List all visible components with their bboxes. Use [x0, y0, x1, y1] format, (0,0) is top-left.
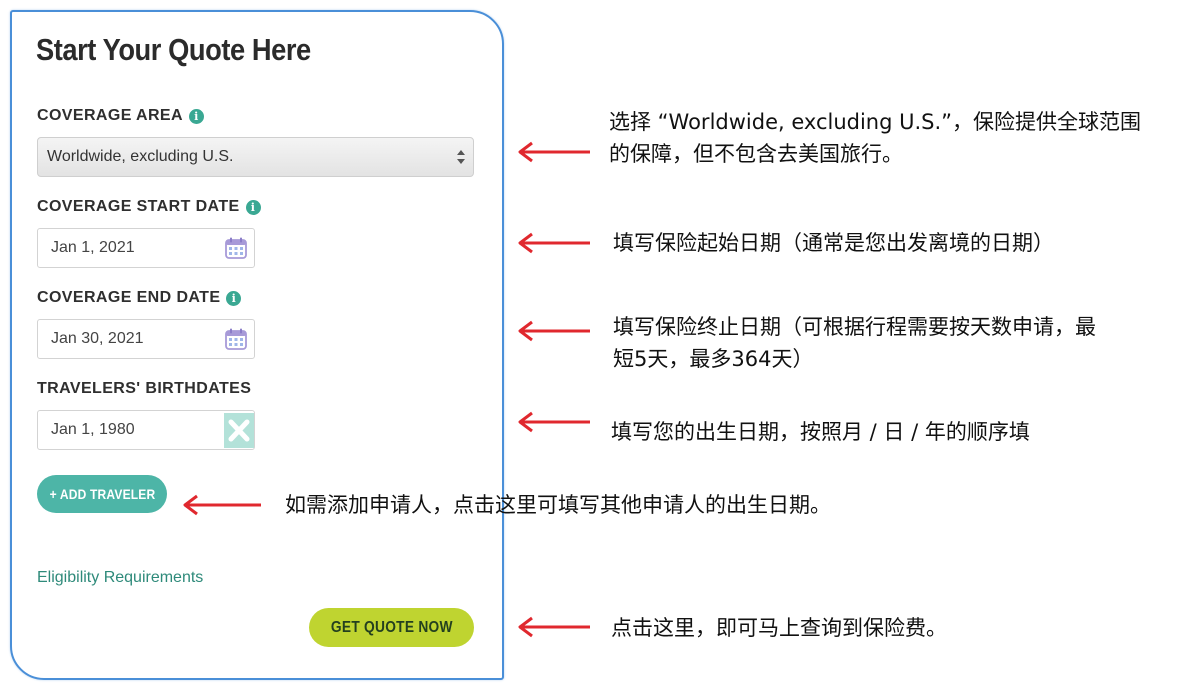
coverage-end-date-label: COVERAGE END DATE i	[37, 289, 242, 307]
arrow-left-icon	[518, 320, 590, 342]
birthdate-value: Jan 1, 1980	[51, 421, 135, 438]
arrow-left-icon	[518, 141, 590, 163]
coverage-area-value: Worldwide, excluding U.S.	[47, 148, 234, 165]
coverage-end-date-input[interactable]: Jan 30, 2021	[37, 319, 255, 359]
info-icon[interactable]: i	[226, 290, 242, 306]
end-date-value: Jan 30, 2021	[51, 330, 144, 347]
start-date-annotation: 填写保险起始日期（通常是您出发离境的日期）	[613, 231, 1054, 255]
get-quote-button[interactable]: GET QUOTE NOW	[309, 608, 474, 647]
calendar-icon[interactable]	[224, 236, 248, 260]
start-date-value: Jan 1, 2021	[51, 239, 135, 256]
coverage-start-date-input[interactable]: Jan 1, 2021	[37, 228, 255, 268]
coverage-area-select[interactable]: Worldwide, excluding U.S.	[37, 137, 474, 177]
page-title: Start Your Quote Here	[36, 32, 311, 67]
travelers-birthdates-label: TRAVELERS' BIRTHDATES	[37, 380, 252, 397]
coverage-area-label: COVERAGE AREA i	[37, 107, 204, 125]
calendar-icon[interactable]	[224, 327, 248, 351]
coverage-start-date-label: COVERAGE START DATE i	[37, 198, 261, 216]
eligibility-requirements-link[interactable]: Eligibility Requirements	[37, 569, 203, 587]
arrow-left-icon	[518, 411, 590, 433]
add-traveler-button[interactable]: + ADD TRAVELER	[37, 475, 167, 513]
info-icon[interactable]: i	[245, 199, 261, 215]
arrow-left-icon	[518, 232, 590, 254]
info-icon[interactable]: i	[188, 108, 204, 124]
coverage-area-annotation: 选择 “Worldwide, excluding U.S.”，保险提供全球范围 …	[609, 110, 1142, 166]
end-date-annotation: 填写保险终止日期（可根据行程需要按天数申请，最 短5天，最多364天）	[613, 315, 1096, 371]
arrow-left-icon	[183, 494, 261, 516]
get-quote-annotation: 点击这里，即可马上查询到保险费。	[611, 616, 947, 640]
clear-x-icon[interactable]	[224, 413, 254, 448]
arrow-left-icon	[518, 616, 590, 638]
select-arrows-icon	[457, 150, 465, 164]
add-traveler-annotation: 如需添加申请人，点击这里可填写其他申请人的出生日期。	[285, 493, 831, 517]
birthdate-annotation: 填写您的出生日期，按照月 / 日 / 年的顺序填	[611, 420, 1030, 444]
traveler-birthdate-input[interactable]: Jan 1, 1980	[37, 410, 255, 450]
